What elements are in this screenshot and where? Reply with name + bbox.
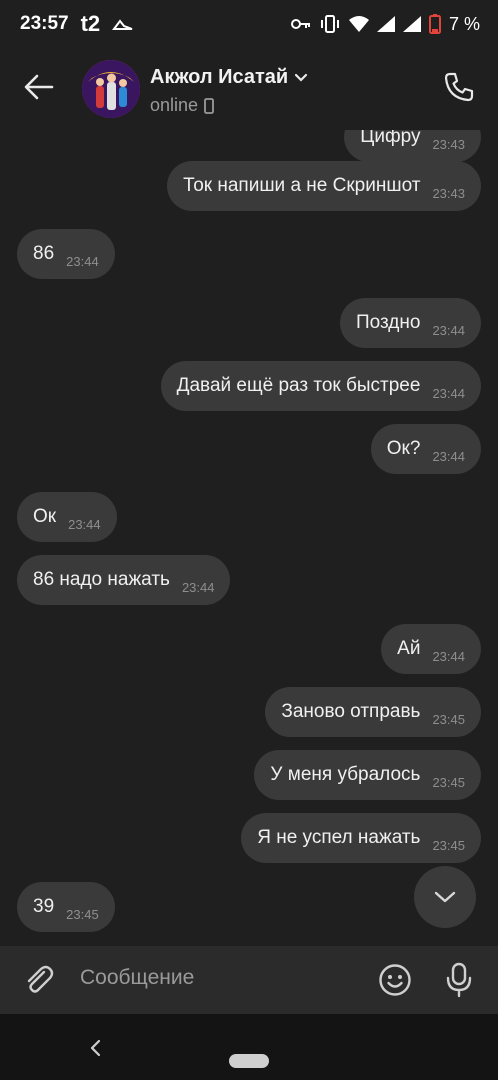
message-text: 86 надо нажать (33, 569, 170, 590)
notification-icon (112, 19, 133, 30)
message-text: У меня убралось (270, 764, 421, 785)
message-bubble-outgoing[interactable]: У меня убралось 23:45 (254, 750, 481, 800)
nav-home-pill[interactable] (229, 1054, 269, 1068)
message-time: 23:44 (432, 322, 465, 338)
message-time: 23:44 (432, 648, 465, 664)
message-text: 39 (33, 896, 55, 917)
status-bar-left: 23:57 t2 (20, 11, 134, 37)
message-time: 23:44 (432, 448, 465, 464)
message-time: 23:44 (181, 579, 215, 595)
message-bubble-outgoing[interactable]: Цифру 23:43 (344, 130, 481, 162)
message-time: 23:45 (66, 906, 99, 922)
message-time: 23:43 (432, 136, 465, 152)
message-bubble-outgoing[interactable]: Ок? 23:44 (370, 424, 481, 474)
scroll-to-bottom-button[interactable] (414, 866, 476, 928)
nav-back-icon[interactable] (86, 1038, 106, 1058)
chat-header: Акжол Исатай online (0, 48, 498, 130)
contact-status: online (150, 95, 199, 115)
back-arrow-icon[interactable] (22, 70, 56, 104)
message-bubble-outgoing[interactable]: Поздно 23:44 (340, 298, 481, 348)
message-text: Давай ещё раз ток быстрее (176, 375, 421, 396)
battery-icon (428, 14, 441, 34)
message-bubble-incoming[interactable]: 86 23:44 (17, 229, 115, 279)
status-bar-right: 7 % (290, 13, 480, 35)
paperclip-icon[interactable] (22, 963, 56, 997)
message-time: 23:44 (66, 253, 99, 269)
wifi-icon (348, 16, 369, 32)
message-bubble-outgoing[interactable]: Ай 23:44 (381, 624, 481, 674)
status-bar: 23:57 t2 7 % (0, 0, 498, 48)
message-text: Ай (397, 638, 421, 659)
message-time: 23:44 (432, 385, 465, 401)
clock: 23:57 (20, 13, 69, 34)
message-time: 23:45 (432, 774, 465, 790)
contact-name-row[interactable]: Акжол Исатай (150, 66, 308, 89)
contact-name: Акжол Исатай (150, 66, 289, 88)
chevron-down-icon (295, 73, 308, 82)
message-text: Цифру (360, 130, 421, 147)
vibrate-icon (320, 15, 339, 33)
message-text: Ток напиши а не Скриншот (183, 175, 421, 196)
message-bubble-incoming[interactable]: Ок 23:44 (17, 492, 117, 542)
emoji-icon[interactable] (378, 963, 412, 997)
message-bubble-incoming[interactable]: 86 надо нажать 23:44 (17, 555, 231, 605)
message-time: 23:45 (432, 837, 465, 853)
battery-percent: 7 % (448, 13, 480, 34)
message-bubble-outgoing[interactable]: Давай ещё раз ток быстрее 23:44 (160, 361, 481, 411)
signal-2-icon (402, 16, 421, 32)
message-text: Ок (33, 506, 57, 527)
message-bubble-outgoing[interactable]: Заново отправь 23:45 (265, 687, 481, 737)
message-bubble-outgoing[interactable]: Я не успел нажать 23:45 (241, 813, 481, 863)
message-input[interactable]: Сообщение (80, 966, 194, 990)
signal-icon (376, 16, 395, 32)
message-text: Заново отправь (281, 701, 421, 722)
avatar[interactable] (82, 60, 140, 118)
message-bubble-incoming[interactable]: 39 23:45 (17, 882, 115, 932)
message-text: Ок? (386, 438, 421, 459)
message-bubble-outgoing[interactable]: Ток напиши а не Скриншот 23:43 (167, 161, 481, 211)
microphone-icon[interactable] (444, 962, 474, 998)
message-text: Я не успел нажать (257, 827, 421, 848)
phone-call-icon[interactable] (442, 70, 476, 104)
message-time: 23:45 (432, 711, 465, 727)
contact-status-row: online (150, 95, 308, 116)
carrier-label: t2 (80, 11, 101, 36)
message-time: 23:43 (432, 185, 465, 201)
avatar-image (82, 60, 140, 118)
message-text: 86 (33, 243, 55, 264)
contact-info[interactable]: Акжол Исатай online (150, 66, 308, 116)
message-text: Поздно (356, 312, 421, 333)
key-icon (290, 19, 310, 29)
mobile-device-icon (204, 97, 214, 114)
message-list[interactable]: Цифру 23:43 Ток напиши а не Скриншот 23:… (0, 130, 498, 946)
system-navigation-bar (0, 1014, 498, 1080)
message-time: 23:44 (68, 516, 101, 532)
message-composer: Сообщение (0, 946, 498, 1014)
chevron-down-icon (434, 891, 456, 903)
